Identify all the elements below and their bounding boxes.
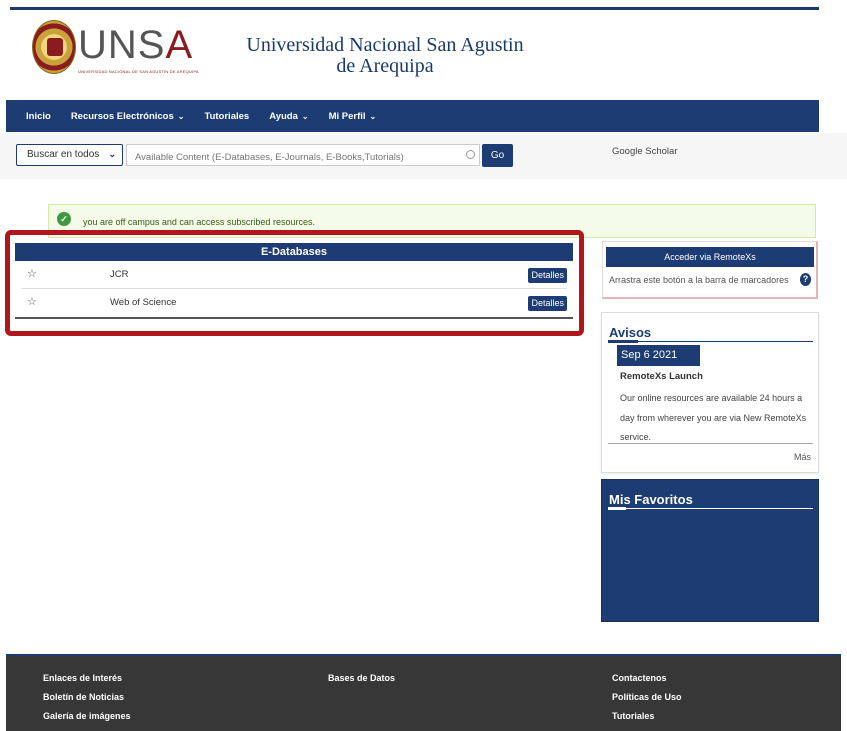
- list-item: ☆ Web of Science Detalles: [21, 289, 567, 317]
- divider: [608, 443, 813, 444]
- footer-link-boletin[interactable]: Boletín de Noticias: [43, 692, 131, 703]
- go-button[interactable]: Go: [482, 144, 513, 167]
- footer-link-bases-de-datos[interactable]: Bases de Datos: [328, 673, 395, 684]
- favorites-panel: Mis Favoritos: [601, 479, 819, 622]
- news-title[interactable]: RemoteXs Launch: [620, 371, 703, 382]
- check-circle-icon: ✓: [57, 212, 71, 226]
- nav-item-tutoriales[interactable]: Tutoriales: [204, 111, 249, 122]
- edatabases-panel: E-Databases ☆ JCR Detalles ☆ Web of Scie…: [15, 243, 573, 319]
- star-icon[interactable]: ☆: [27, 267, 37, 280]
- loading-spinner-icon: [466, 150, 475, 159]
- database-name[interactable]: JCR: [110, 269, 128, 280]
- logo-subtext: UNIVERSIDAD NACIONAL DE SAN AGUSTÍN DE A…: [78, 69, 199, 74]
- news-date-badge: Sep 6 2021: [617, 345, 700, 366]
- google-scholar-link[interactable]: Google Scholar: [612, 146, 677, 157]
- chevron-down-icon: ⌄: [301, 111, 309, 121]
- footer-column-1: Enlaces de Interés Boletín de Noticias G…: [43, 673, 131, 730]
- footer-link-contactenos[interactable]: Contactenos: [612, 673, 682, 684]
- divider: [608, 508, 813, 509]
- university-title: Universidad Nacional San Agustin de Areq…: [246, 34, 524, 77]
- avisos-title: Avisos: [609, 325, 652, 340]
- footer-link-politicas[interactable]: Políticas de Uso: [612, 692, 682, 703]
- chevron-down-icon: ⌄: [177, 111, 185, 121]
- news-body: Our online resources are available 24 ho…: [620, 393, 807, 442]
- favorites-title: Mis Favoritos: [609, 492, 693, 507]
- search-bar: Buscar en todos ⌄ Go Google Scholar: [0, 133, 847, 179]
- help-icon[interactable]: ?: [800, 273, 811, 286]
- divider-accent: [608, 507, 626, 510]
- footer-column-2: Bases de Datos: [328, 673, 395, 692]
- site-header: UNSA UNIVERSIDAD NACIONAL DE SAN AGUSTÍN…: [0, 10, 847, 100]
- footer-link-enlaces[interactable]: Enlaces de Interés: [43, 673, 131, 684]
- footer-link-tutoriales[interactable]: Tutoriales: [612, 711, 682, 722]
- logo-wordmark: UNSA: [78, 23, 194, 67]
- edatabases-title: E-Databases: [15, 243, 573, 261]
- search-scope-select[interactable]: Buscar en todos ⌄: [16, 144, 123, 166]
- nav-item-inicio[interactable]: Inicio: [26, 111, 51, 122]
- database-name[interactable]: Web of Science: [110, 297, 176, 308]
- unsa-logo[interactable]: UNSA UNIVERSIDAD NACIONAL DE SAN AGUSTÍN…: [30, 20, 200, 82]
- main-nav: Inicio Recursos Electrónicos ⌄ Tutoriales…: [6, 100, 819, 132]
- nav-item-mi-perfil[interactable]: Mi Perfil ⌄: [329, 111, 377, 122]
- remotexs-box: Acceder via RemoteXs Arrastra este botón…: [602, 241, 818, 299]
- chevron-down-icon: ⌄: [108, 149, 116, 159]
- detalles-button[interactable]: Detalles: [528, 268, 567, 283]
- footer-link-galeria[interactable]: Galería de imágenes: [43, 711, 131, 722]
- nav-item-ayuda[interactable]: Ayuda ⌄: [269, 111, 308, 122]
- list-item: ☆ JCR Detalles: [21, 261, 567, 289]
- chevron-down-icon: ⌄: [369, 111, 377, 121]
- divider-accent: [608, 340, 638, 343]
- nav-item-recursos-electronicos[interactable]: Recursos Electrónicos ⌄: [71, 111, 185, 122]
- more-link[interactable]: Más: [794, 452, 811, 462]
- footer-column-3: Contactenos Políticas de Uso Tutoriales: [612, 673, 682, 730]
- university-seal-icon: [32, 20, 76, 74]
- site-footer: Enlaces de Interés Boletín de Noticias G…: [6, 654, 841, 731]
- alert-text: you are off campus and can access subscr…: [83, 217, 315, 227]
- star-icon[interactable]: ☆: [27, 295, 37, 308]
- remotexs-access-button[interactable]: Acceder via RemoteXs: [606, 247, 814, 267]
- divider: [608, 341, 813, 342]
- search-input[interactable]: [126, 144, 480, 166]
- remotexs-hint: Arrastra este botón a la barra de marcad…: [609, 275, 789, 285]
- avisos-panel: Avisos Sep 6 2021 RemoteXs Launch Our on…: [601, 312, 819, 473]
- detalles-button[interactable]: Detalles: [528, 296, 567, 311]
